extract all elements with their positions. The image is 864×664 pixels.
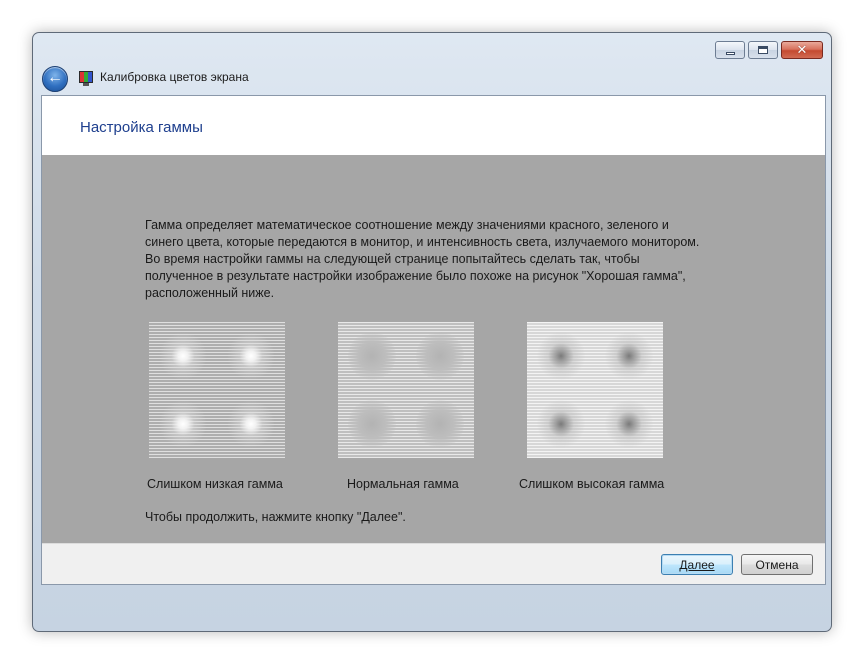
back-button[interactable]: ←	[42, 66, 68, 92]
header-band: Настройка гаммы	[42, 96, 825, 155]
description-paragraph-1: Гамма определяет математическое соотноше…	[145, 218, 700, 249]
sample-dot	[227, 332, 275, 380]
minimize-icon	[725, 51, 735, 55]
cancel-button-label: Отмена	[755, 557, 799, 572]
sample-dot	[348, 332, 396, 380]
back-arrow-icon: ←	[47, 69, 63, 86]
low-gamma-label: Слишком низкая гамма	[147, 477, 283, 491]
high-gamma-sample-image	[527, 322, 663, 458]
high-gamma-label: Слишком высокая гамма	[519, 477, 665, 491]
sample-dot	[537, 332, 585, 380]
close-icon: ✕	[796, 42, 808, 58]
continue-hint: Чтобы продолжить, нажмите кнопку "Далее"…	[145, 510, 406, 524]
close-button[interactable]: ✕	[781, 41, 823, 59]
low-gamma-sample-image	[149, 322, 285, 458]
description: Гамма определяет математическое соотноше…	[145, 217, 705, 302]
sample-dot	[159, 332, 207, 380]
sample-dot	[416, 332, 464, 380]
sample-dot	[159, 400, 207, 448]
calibration-window: ✕ ← Калибровка цветов экрана Настройка г…	[32, 32, 832, 632]
sample-dot	[537, 400, 585, 448]
normal-gamma-sample-image	[338, 322, 474, 458]
next-button-label: Далее	[679, 557, 715, 572]
next-button[interactable]: Далее	[661, 554, 733, 575]
normal-gamma-label: Нормальная гамма	[347, 477, 459, 491]
minimize-button[interactable]	[715, 41, 745, 59]
sample-dot	[348, 400, 396, 448]
sample-dot	[605, 400, 653, 448]
sample-dot	[227, 400, 275, 448]
caption-buttons: ✕	[715, 41, 823, 59]
maximize-button[interactable]	[748, 41, 778, 59]
title-bar: ✕ ← Калибровка цветов экрана	[33, 33, 831, 95]
display-color-icon	[79, 71, 93, 86]
content-area: Настройка гаммы Гамма определяет математ…	[41, 95, 826, 585]
footer-bar: Далее Отмена	[42, 543, 825, 584]
sample-dot	[605, 332, 653, 380]
sample-dot	[416, 400, 464, 448]
cancel-button[interactable]: Отмена	[741, 554, 813, 575]
window-title: Калибровка цветов экрана	[100, 70, 249, 84]
maximize-icon	[758, 46, 768, 54]
description-paragraph-2: Во время настройки гаммы на следующей ст…	[145, 252, 686, 300]
page-title: Настройка гаммы	[80, 119, 203, 136]
